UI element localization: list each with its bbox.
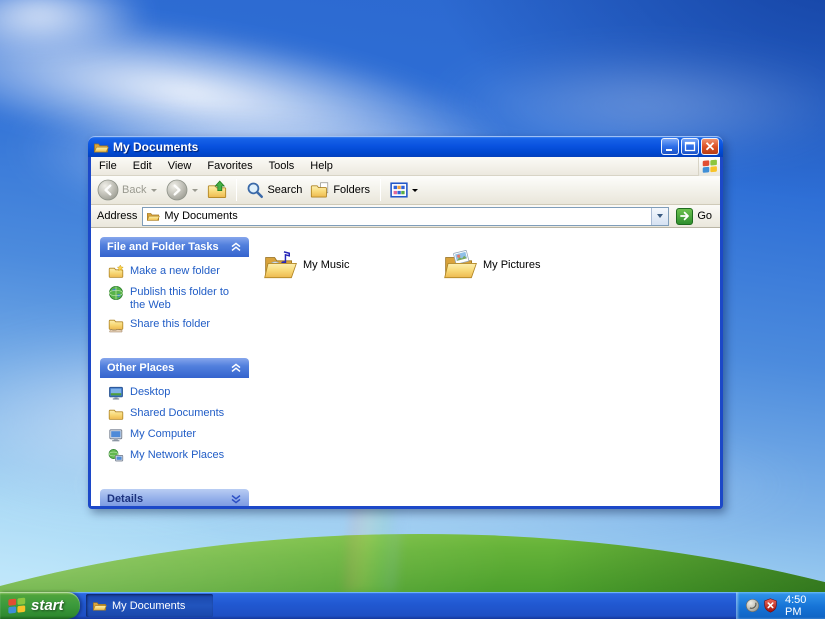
search-icon bbox=[246, 181, 264, 199]
folder-open-icon bbox=[146, 209, 160, 223]
minimize-button[interactable] bbox=[661, 138, 679, 155]
other-places-header[interactable]: Other Places bbox=[100, 358, 249, 378]
security-alert-icon[interactable] bbox=[763, 598, 778, 613]
file-list: My Music bbox=[257, 228, 720, 506]
my-pictures-folder-icon bbox=[443, 249, 479, 281]
chevron-up-icon bbox=[230, 363, 242, 373]
folders-icon bbox=[310, 181, 330, 199]
folders-label: Folders bbox=[333, 184, 370, 196]
chevron-down-icon bbox=[657, 214, 663, 218]
other-places-panel: Other Places bbox=[100, 358, 249, 474]
share-folder-link[interactable]: Share this folder bbox=[108, 317, 245, 333]
taskbar: start My Documents 4:50 P bbox=[0, 592, 825, 619]
computer-icon bbox=[108, 427, 124, 443]
folder-open-icon bbox=[92, 598, 107, 613]
my-music-folder-icon bbox=[263, 249, 299, 281]
menu-view[interactable]: View bbox=[160, 158, 200, 174]
details-header[interactable]: Details bbox=[100, 489, 249, 506]
new-folder-icon bbox=[108, 264, 124, 280]
address-dropdown-button[interactable] bbox=[651, 208, 668, 225]
folder-open-icon bbox=[93, 139, 109, 155]
go-label: Go bbox=[697, 210, 712, 222]
go-arrow-icon bbox=[676, 208, 693, 225]
forward-icon bbox=[166, 179, 188, 201]
toolbar-separator bbox=[380, 179, 381, 201]
desktop-icon bbox=[108, 385, 124, 401]
back-button[interactable]: Back bbox=[95, 179, 161, 201]
views-button[interactable] bbox=[388, 182, 422, 198]
shared-documents-link[interactable]: Shared Documents bbox=[108, 406, 245, 422]
publish-web-icon bbox=[108, 285, 124, 301]
menu-edit[interactable]: Edit bbox=[125, 158, 160, 174]
toolbar-separator bbox=[236, 179, 237, 201]
rainbow bbox=[344, 495, 404, 592]
close-button[interactable] bbox=[701, 138, 719, 155]
chevron-up-icon bbox=[230, 242, 242, 252]
back-icon bbox=[97, 179, 119, 201]
windows-logo-icon bbox=[698, 157, 720, 176]
volume-icon[interactable] bbox=[745, 598, 760, 613]
shared-folder-icon bbox=[108, 406, 124, 422]
file-item-my-pictures[interactable]: My Pictures bbox=[443, 245, 623, 285]
go-button[interactable]: Go bbox=[674, 206, 717, 227]
forward-dropdown-caret bbox=[192, 189, 198, 192]
file-folder-tasks-header[interactable]: File and Folder Tasks bbox=[100, 237, 249, 257]
search-label: Search bbox=[267, 184, 302, 196]
views-icon bbox=[390, 182, 408, 198]
back-label: Back bbox=[122, 184, 146, 196]
start-label: start bbox=[31, 597, 64, 614]
taskbar-button-my-documents[interactable]: My Documents bbox=[86, 594, 213, 617]
publish-folder-link[interactable]: Publish this folder to the Web bbox=[108, 285, 245, 312]
file-folder-tasks-panel: File and Folder Tasks Make a new fol bbox=[100, 237, 249, 343]
windows-flag-icon bbox=[7, 596, 27, 615]
desktop: My Documents File Edit View Favorites To… bbox=[0, 0, 825, 619]
task-pane: File and Folder Tasks Make a new fol bbox=[91, 228, 257, 506]
back-dropdown-caret bbox=[151, 189, 157, 192]
menu-help[interactable]: Help bbox=[302, 158, 341, 174]
file-item-my-music[interactable]: My Music bbox=[263, 245, 443, 285]
views-dropdown-caret bbox=[412, 189, 418, 192]
address-label: Address bbox=[97, 210, 137, 222]
make-new-folder-link[interactable]: Make a new folder bbox=[108, 264, 245, 280]
menu-file[interactable]: File bbox=[91, 158, 125, 174]
menu-bar: File Edit View Favorites Tools Help bbox=[91, 157, 720, 176]
toolbar: Back bbox=[91, 176, 720, 205]
details-panel: Details bbox=[100, 489, 249, 506]
share-folder-icon bbox=[108, 317, 124, 333]
start-button[interactable]: start bbox=[0, 592, 80, 619]
my-computer-link[interactable]: My Computer bbox=[108, 427, 245, 443]
maximize-button[interactable] bbox=[681, 138, 699, 155]
my-documents-window: My Documents File Edit View Favorites To… bbox=[88, 136, 723, 509]
network-icon bbox=[108, 448, 124, 464]
desktop-link[interactable]: Desktop bbox=[108, 385, 245, 401]
chevron-down-icon bbox=[230, 494, 242, 504]
search-button[interactable]: Search bbox=[244, 181, 305, 199]
address-bar: Address Go bbox=[91, 205, 720, 228]
system-tray: 4:50 PM bbox=[736, 592, 825, 619]
my-network-places-link[interactable]: My Network Places bbox=[108, 448, 245, 464]
forward-button[interactable] bbox=[164, 179, 202, 201]
address-input[interactable] bbox=[164, 210, 647, 222]
folders-button[interactable]: Folders bbox=[308, 181, 373, 199]
up-button[interactable] bbox=[205, 180, 229, 200]
clock[interactable]: 4:50 PM bbox=[785, 594, 825, 618]
window-title: My Documents bbox=[113, 140, 661, 154]
menu-tools[interactable]: Tools bbox=[261, 158, 303, 174]
window-titlebar[interactable]: My Documents bbox=[88, 136, 723, 157]
address-field[interactable] bbox=[142, 207, 669, 226]
folder-up-icon bbox=[207, 180, 227, 200]
menu-favorites[interactable]: Favorites bbox=[199, 158, 260, 174]
